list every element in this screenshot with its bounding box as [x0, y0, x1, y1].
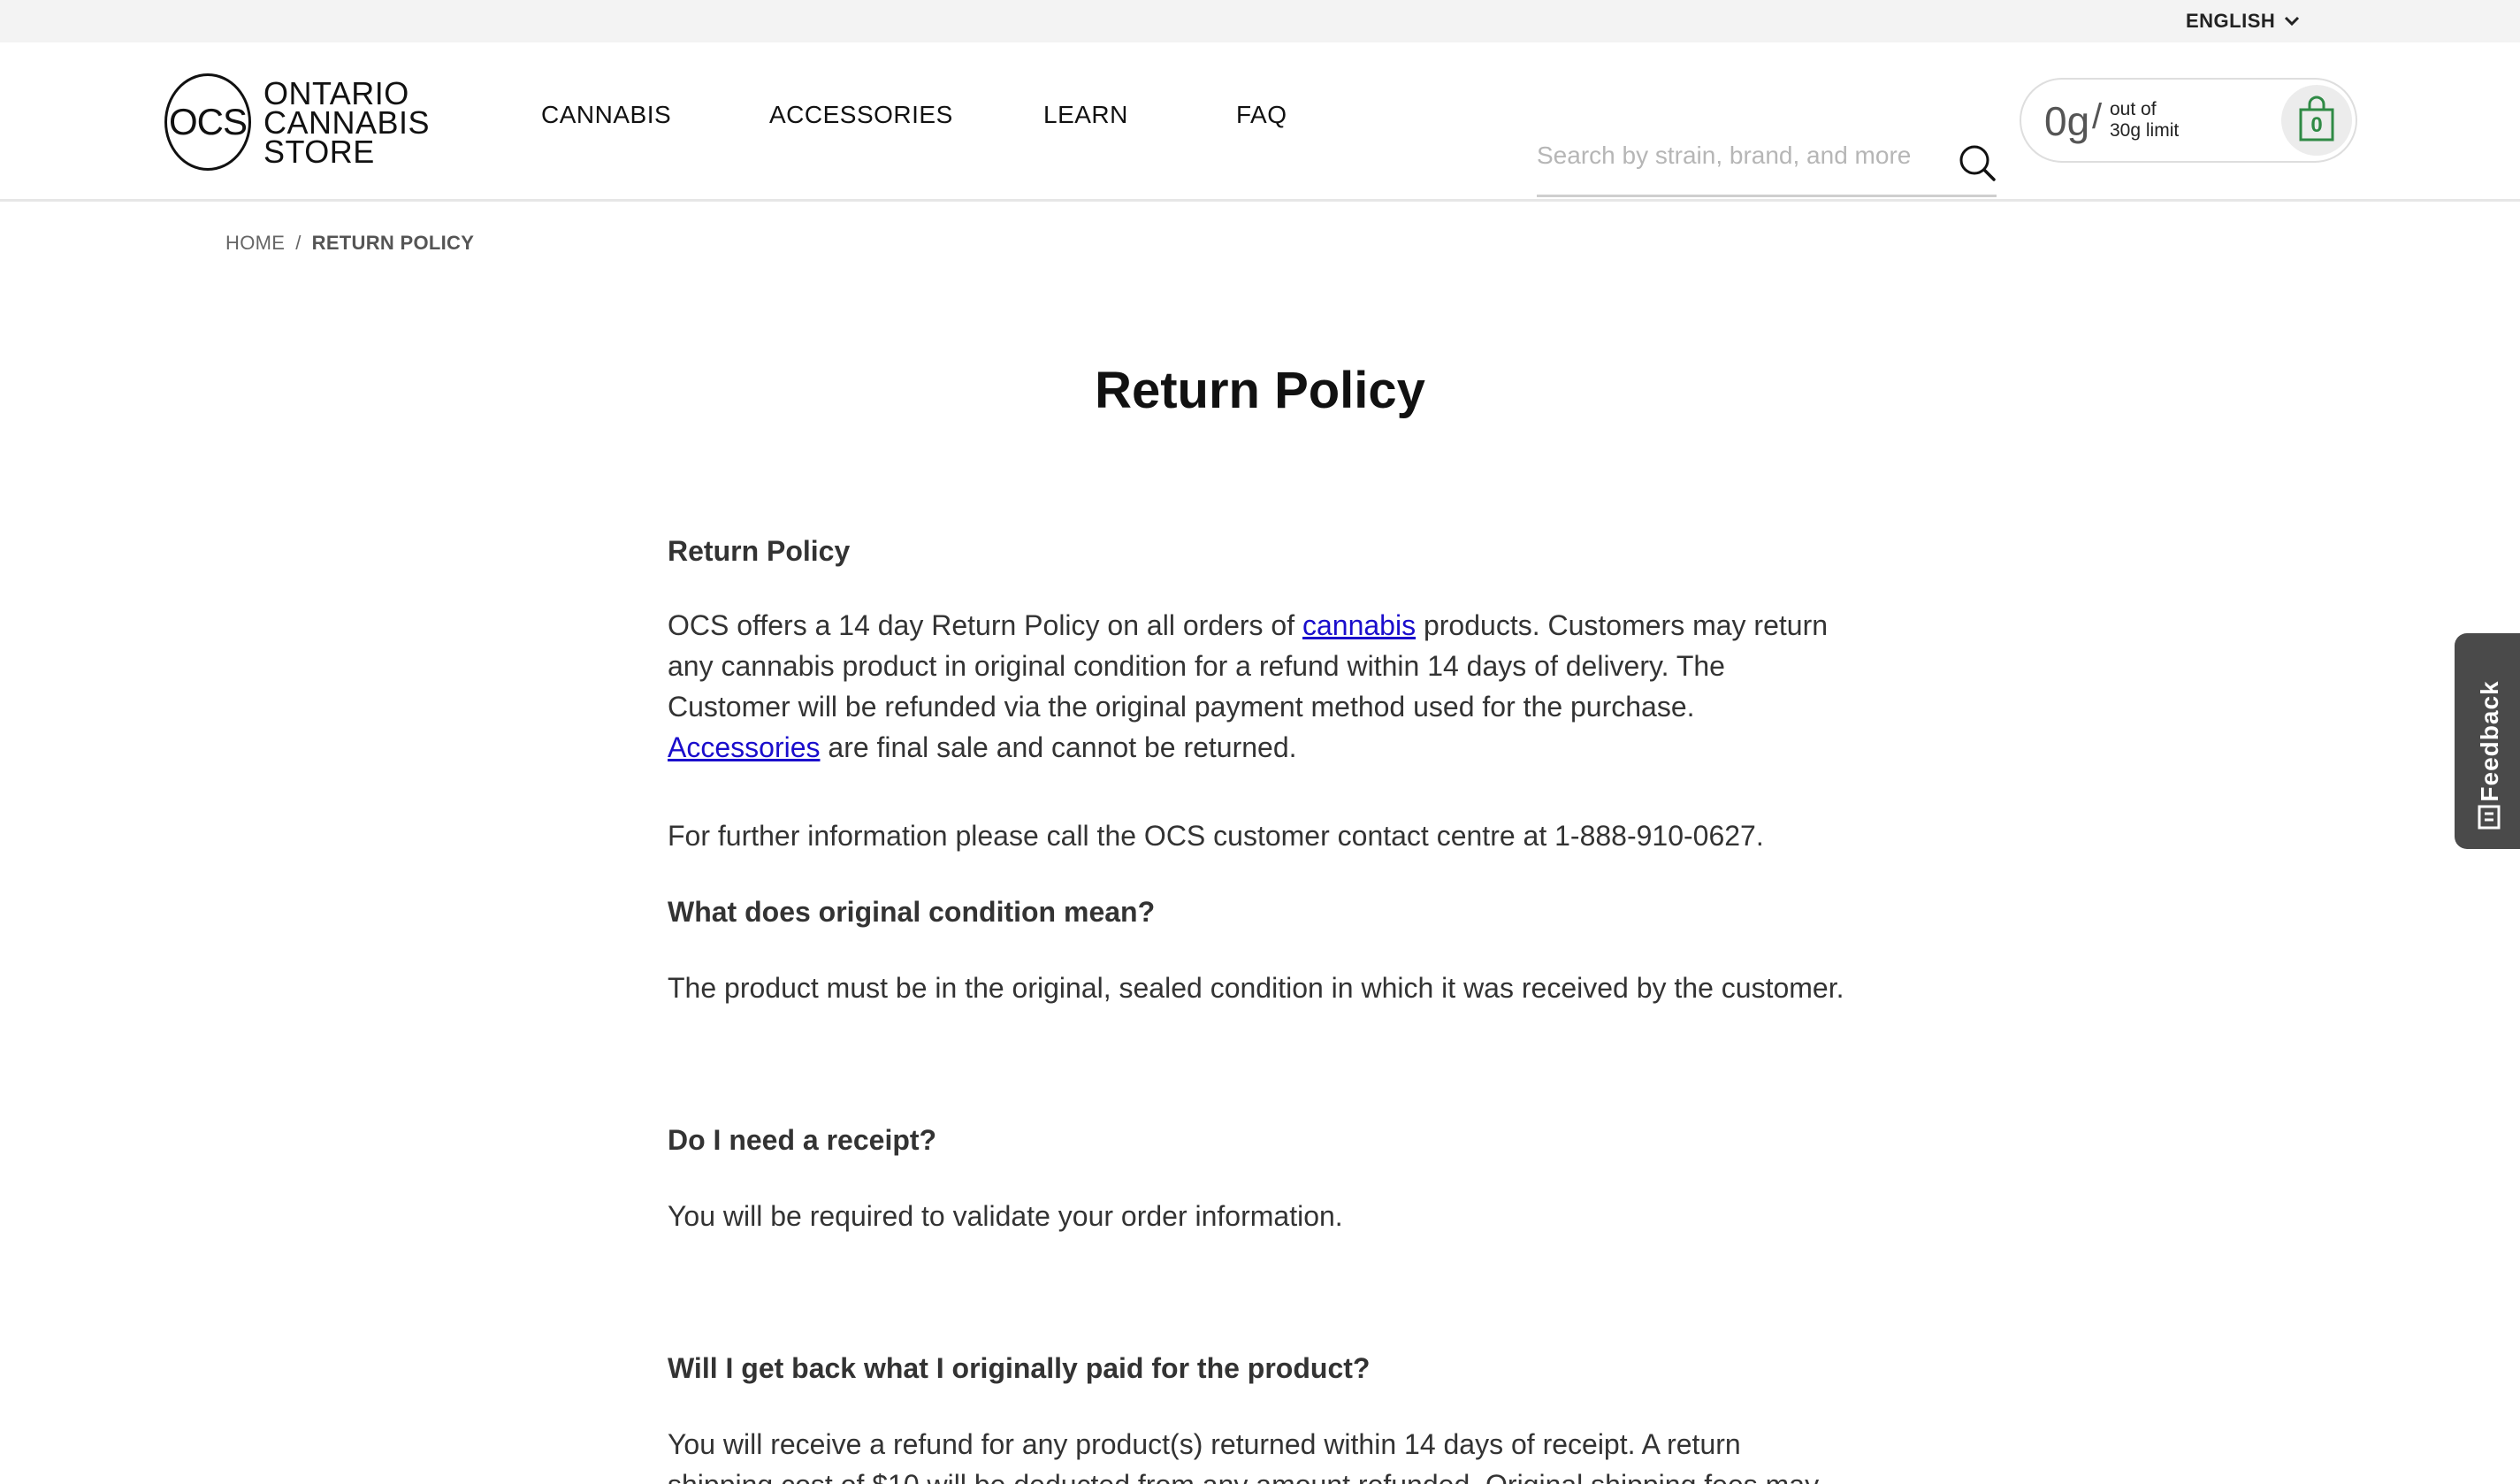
logo-mark: OCS [164, 73, 251, 171]
feedback-tab[interactable]: Feedback [2455, 633, 2520, 849]
section-heading-refund-amount: Will I get back what I originally paid f… [668, 1352, 1371, 1384]
refund-paragraph: You will receive a refund for any produc… [668, 1428, 1819, 1484]
policy-paragraph: OCS offers a 14 day Return Policy on all… [668, 605, 1852, 768]
cart-button[interactable]: 0 [2281, 85, 2352, 156]
limit-caption-line-1: out of [2110, 99, 2157, 119]
breadcrumb-separator: / [295, 232, 302, 254]
search-underline [1537, 195, 1997, 197]
logo-line-1: ONTARIO [263, 74, 409, 111]
breadcrumb-home[interactable]: HOME [225, 232, 285, 255]
purchase-limit-widget: 0g / out of 30g limit 0 [2020, 78, 2357, 163]
search-bar [1537, 96, 1997, 200]
limit-amount: 0g [2044, 98, 2090, 144]
search-icon[interactable] [1958, 143, 1997, 182]
ocs-logo[interactable]: OCS ONTARIO CANNABIS STORE [164, 69, 430, 175]
nav-learn[interactable]: LEARN [1043, 101, 1128, 133]
limit-caption-line-2: 30g limit [2110, 120, 2180, 141]
chevron-down-icon [2285, 16, 2300, 27]
breadcrumb: HOME / RETURN POLICY [225, 232, 474, 255]
section-heading-return-policy: Return Policy [668, 535, 851, 567]
cart-count: 0 [2310, 113, 2323, 137]
page-title: Return Policy [1095, 362, 1425, 419]
nav-accessories[interactable]: ACCESSORIES [769, 101, 953, 133]
receipt-paragraph: You will be required to validate your or… [668, 1200, 1343, 1232]
language-label: ENGLISH [2186, 10, 2276, 32]
logo-wordmark: ONTARIO CANNABIS STORE [263, 74, 430, 170]
feedback-label: Feedback [2476, 680, 2503, 802]
top-utility-bar: ENGLISH [0, 0, 2520, 42]
policy-text-1: OCS offers a 14 day Return Policy on all… [668, 609, 1302, 641]
contact-paragraph: For further information please call the … [668, 820, 1764, 852]
search-input[interactable] [1537, 136, 1935, 175]
limit-caption: out of 30g limit [2110, 99, 2179, 142]
cannabis-link[interactable]: cannabis [1302, 609, 1416, 641]
section-heading-original-condition: What does original condition mean? [668, 896, 1156, 928]
language-selector[interactable]: ENGLISH [2186, 9, 2300, 34]
logo-line-3: STORE [263, 133, 375, 170]
feedback-icon [2478, 805, 2501, 830]
section-heading-receipt: Do I need a receipt? [668, 1124, 937, 1156]
nav-faq[interactable]: FAQ [1236, 101, 1287, 133]
accessories-link[interactable]: Accessories [668, 731, 821, 763]
logo-line-2: CANNABIS [263, 103, 430, 141]
breadcrumb-current: RETURN POLICY [311, 232, 475, 254]
policy-text-3: are final sale and cannot be returned. [820, 731, 1297, 763]
limit-slash: / [2092, 97, 2103, 136]
original-condition-paragraph: The product must be in the original, sea… [668, 972, 1844, 1004]
nav-cannabis[interactable]: CANNABIS [541, 101, 671, 133]
